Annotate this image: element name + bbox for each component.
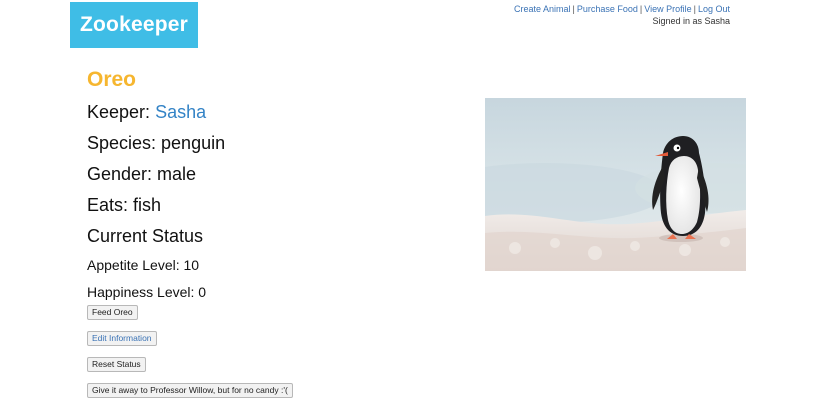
happiness-level: Happiness Level: 0 (87, 284, 207, 300)
top-navigation: Create Animal | Purchase Food | View Profile… (514, 3, 730, 27)
feed-button[interactable]: Feed Oreo (87, 305, 138, 320)
signed-in-status: Signed in as Sasha (652, 16, 730, 26)
gender-text: Gender: male (87, 164, 197, 184)
keeper-name-link[interactable]: Sasha (155, 102, 206, 122)
view-profile-link[interactable]: View Profile (644, 4, 691, 14)
create-animal-link[interactable]: Create Animal (514, 4, 571, 14)
page: Zookeeper Create Animal | Purchase Food | Vi… (0, 0, 830, 400)
reset-status-button[interactable]: Reset Status (87, 357, 146, 372)
keeper-label: Keeper: (87, 102, 151, 122)
log-out-link[interactable]: Log Out (698, 4, 730, 14)
species-text: Species: penguin (87, 133, 226, 153)
logo-text: Zookeeper (80, 13, 188, 36)
give-away-button[interactable]: Give it away to Professor Willow, but fo… (87, 383, 293, 398)
keeper-row: Keeper: Sasha (87, 102, 206, 123)
animal-name: Oreo (87, 68, 137, 91)
appetite-level: Appetite Level: 10 (87, 257, 200, 273)
nav-links: Create Animal | Purchase Food | View Profile… (514, 3, 730, 15)
current-status-heading: Current Status (87, 226, 204, 246)
penguin-image (485, 98, 746, 271)
purchase-food-link[interactable]: Purchase Food (577, 4, 638, 14)
eats-text: Eats: fish (87, 195, 162, 215)
zookeeper-logo[interactable]: Zookeeper (70, 2, 198, 48)
edit-information-button[interactable]: Edit Information (87, 331, 157, 346)
penguin-photo (485, 98, 746, 271)
